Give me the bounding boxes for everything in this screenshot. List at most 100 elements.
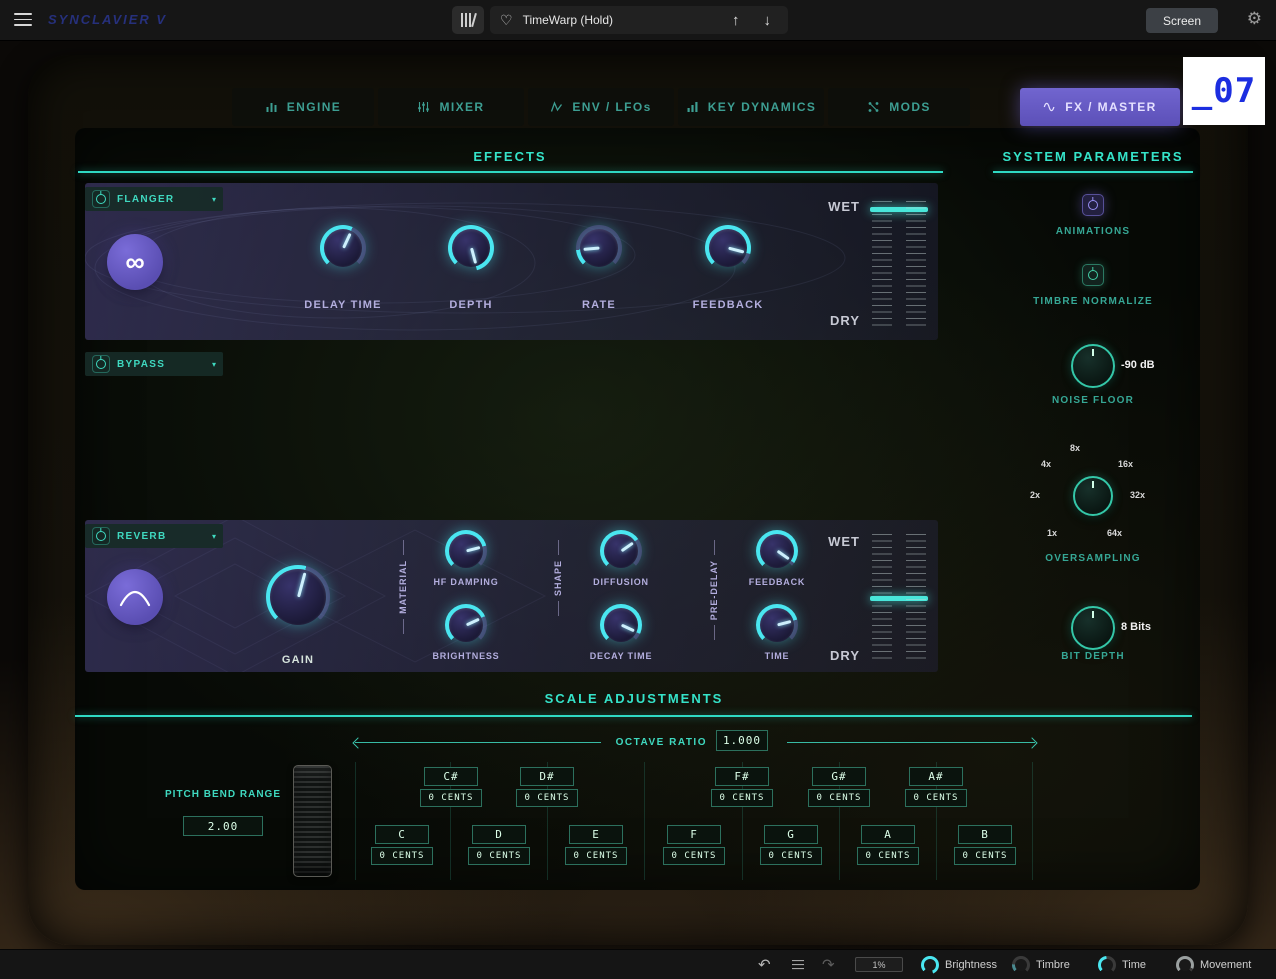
time-knob[interactable] — [756, 604, 798, 646]
bypass-slot-header[interactable]: BYPASS ▾ — [85, 352, 223, 376]
macro-brightness[interactable]: Brightness — [921, 950, 997, 979]
tab-key-dynamics[interactable]: KEY DYNAMICS — [678, 88, 824, 126]
settings-gear-icon[interactable]: ⚙ — [1247, 10, 1262, 27]
noise-floor-knob[interactable] — [1071, 344, 1115, 388]
reverb-header[interactable]: REVERB ▾ — [85, 524, 223, 548]
next-preset-arrow-icon[interactable]: ↓ — [757, 12, 779, 29]
oversampling-option-64x[interactable]: 64x — [1107, 528, 1122, 538]
diffusion-knob[interactable] — [600, 530, 642, 572]
oversampling-option-32x[interactable]: 32x — [1130, 490, 1145, 500]
oversampling-option-2x[interactable]: 2x — [1030, 490, 1040, 500]
note-a[interactable]: A — [861, 825, 915, 844]
movement-macro-knob[interactable] — [1176, 956, 1194, 974]
favorite-heart-icon[interactable]: ♡ — [500, 13, 513, 27]
oversampling-option-8x[interactable]: 8x — [1070, 443, 1080, 453]
chevron-down-icon[interactable]: ▾ — [212, 532, 216, 541]
undo-icon[interactable]: ↶ — [758, 957, 771, 972]
chevron-down-icon[interactable]: ▾ — [212, 360, 216, 369]
note-c[interactable]: C — [375, 825, 429, 844]
time-macro-knob[interactable] — [1098, 956, 1116, 974]
power-icon — [96, 531, 106, 541]
noise-floor-value: -90 dB — [1121, 359, 1185, 371]
fader-handle[interactable] — [870, 596, 928, 601]
history-list-icon[interactable] — [792, 960, 804, 970]
flanger-effect-icon: ∞ — [107, 234, 163, 290]
tab-mods[interactable]: MODS — [828, 88, 970, 126]
macro-timbre[interactable]: Timbre — [1012, 950, 1070, 979]
feedback-label: FEEDBACK — [658, 299, 798, 311]
macro-movement[interactable]: Movement — [1176, 950, 1251, 979]
redo-icon[interactable]: ↷ — [822, 957, 835, 972]
delay-time-knob[interactable] — [320, 225, 366, 271]
flanger-header[interactable]: FLANGER ▾ — [85, 187, 223, 211]
pitch-bend-range-value[interactable]: 2.00 — [183, 816, 263, 836]
note-b[interactable]: B — [958, 825, 1012, 844]
rate-knob[interactable] — [576, 225, 622, 271]
note-d[interactable]: D — [472, 825, 526, 844]
screen-button[interactable]: Screen — [1146, 8, 1218, 33]
power-icon — [1088, 270, 1098, 280]
preset-name[interactable]: TimeWarp (Hold) — [523, 13, 715, 27]
cents-g-sharp[interactable]: 0 CENTS — [808, 789, 870, 807]
note-e[interactable]: E — [569, 825, 623, 844]
power-icon — [96, 194, 106, 204]
previous-preset-arrow-icon[interactable]: ↑ — [725, 12, 747, 29]
fader-handle[interactable] — [870, 207, 928, 212]
depth-knob[interactable] — [448, 225, 494, 271]
octave-ratio-value[interactable]: 1.000 — [716, 730, 768, 751]
brightness-knob[interactable] — [445, 604, 487, 646]
feedback-knob[interactable] — [705, 225, 751, 271]
oversampling-option-16x[interactable]: 16x — [1118, 459, 1133, 469]
cents-g[interactable]: 0 CENTS — [760, 847, 822, 865]
tab-label: MIXER — [439, 100, 484, 114]
tab-env-lfos[interactable]: ENV / LFOs — [528, 88, 674, 126]
note-g[interactable]: G — [764, 825, 818, 844]
cents-d[interactable]: 0 CENTS — [468, 847, 530, 865]
decay-time-knob[interactable] — [600, 604, 642, 646]
tab-mixer[interactable]: MIXER — [378, 88, 524, 126]
dry-label: DRY — [818, 313, 860, 328]
cents-c[interactable]: 0 CENTS — [371, 847, 433, 865]
tab-engine[interactable]: ENGINE — [232, 88, 374, 126]
note-g-sharp[interactable]: G# — [812, 767, 866, 786]
oversampling-knob[interactable] — [1073, 476, 1113, 516]
tab-label: KEY DYNAMICS — [708, 100, 817, 114]
macro-time[interactable]: Time — [1098, 950, 1146, 979]
dry-label: DRY — [818, 648, 860, 663]
tab-fx-master[interactable]: FX / MASTER — [1020, 88, 1180, 126]
brightness-macro-knob[interactable] — [921, 956, 939, 974]
reverb-feedback-knob[interactable] — [756, 530, 798, 572]
library-button[interactable] — [452, 6, 484, 34]
animations-toggle[interactable] — [1082, 194, 1104, 216]
oversampling-option-4x[interactable]: 4x — [1041, 459, 1051, 469]
reverb-power-toggle[interactable] — [92, 527, 110, 545]
bit-depth-knob[interactable] — [1071, 606, 1115, 650]
cents-d-sharp[interactable]: 0 CENTS — [516, 789, 578, 807]
timbre-macro-knob[interactable] — [1012, 956, 1030, 974]
timbre-normalize-toggle[interactable] — [1082, 264, 1104, 286]
bypass-power-toggle[interactable] — [92, 355, 110, 373]
flanger-wet-dry-fader[interactable] — [872, 201, 926, 327]
pitch-bend-wheel[interactable] — [293, 765, 332, 877]
note-a-sharp[interactable]: A# — [909, 767, 963, 786]
gain-knob[interactable] — [266, 565, 330, 629]
cents-f[interactable]: 0 CENTS — [663, 847, 725, 865]
cents-a-sharp[interactable]: 0 CENTS — [905, 789, 967, 807]
main-menu-icon[interactable] — [14, 13, 32, 26]
chevron-down-icon[interactable]: ▾ — [212, 195, 216, 204]
oversampling-option-1x[interactable]: 1x — [1047, 528, 1057, 538]
cpu-meter[interactable]: 1% — [855, 957, 903, 972]
flanger-power-toggle[interactable] — [92, 190, 110, 208]
cents-c-sharp[interactable]: 0 CENTS — [420, 789, 482, 807]
preset-selector[interactable]: ♡ TimeWarp (Hold) ↑ ↓ — [490, 6, 788, 34]
note-d-sharp[interactable]: D# — [520, 767, 574, 786]
reverb-wet-dry-fader[interactable] — [872, 534, 926, 662]
cents-b[interactable]: 0 CENTS — [954, 847, 1016, 865]
cents-e[interactable]: 0 CENTS — [565, 847, 627, 865]
cents-a[interactable]: 0 CENTS — [857, 847, 919, 865]
note-f[interactable]: F — [667, 825, 721, 844]
cents-f-sharp[interactable]: 0 CENTS — [711, 789, 773, 807]
note-f-sharp[interactable]: F# — [715, 767, 769, 786]
note-c-sharp[interactable]: C# — [424, 767, 478, 786]
hf-damping-knob[interactable] — [445, 530, 487, 572]
